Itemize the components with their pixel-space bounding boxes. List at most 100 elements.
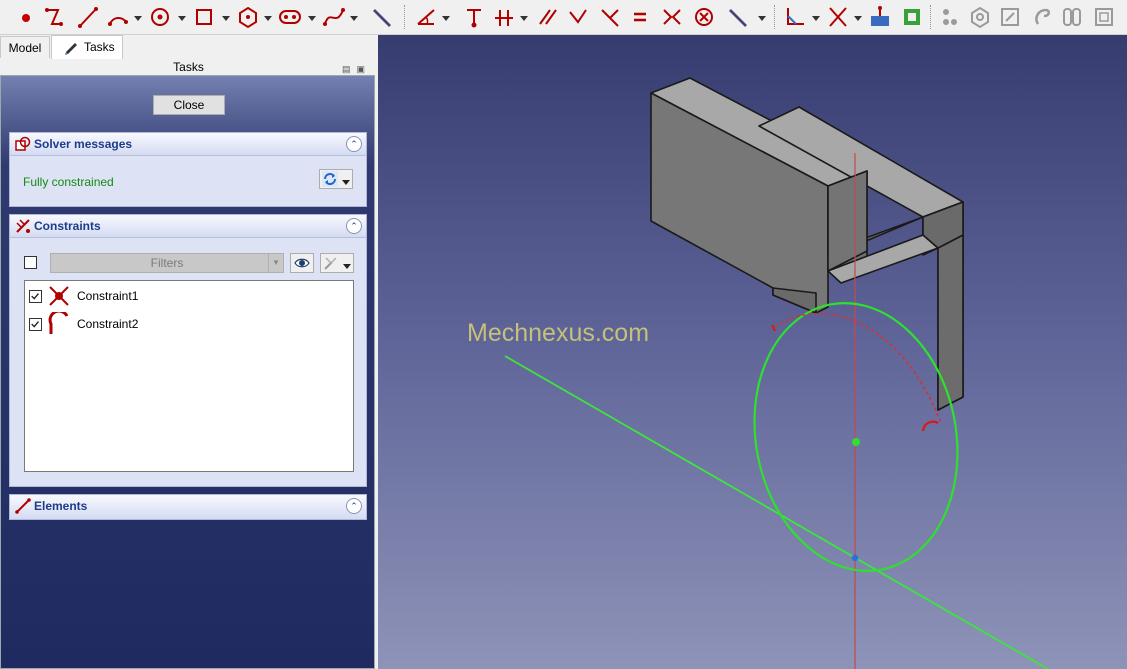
tab-tasks[interactable]: Tasks [51,35,123,59]
constraints-title: Constraints [34,219,101,233]
auto-update-button[interactable] [319,169,353,189]
fillet-dropdown-arrow[interactable] [442,12,450,22]
tangent-constraint-icon [921,420,939,432]
constraints-icon [15,218,31,234]
constraint-name: Constraint2 [77,317,139,331]
bspline-icon[interactable] [322,4,346,30]
constrain-block-icon[interactable] [692,4,716,30]
constrain-distance-icon[interactable] [726,4,750,30]
constraint-checkbox[interactable] [29,318,42,331]
circle-icon[interactable] [148,4,172,30]
tab-tasks-label: Tasks [84,40,115,54]
slot-icon[interactable] [278,4,302,30]
sketch-arc-dashed [774,313,942,424]
tab-model-label: Model [8,41,42,55]
line-icon[interactable] [76,4,100,30]
polyline-icon[interactable] [42,4,66,30]
ellipse-center-point [852,438,860,446]
construction-line [504,355,1049,669]
solver-messages-title: Solver messages [34,137,133,151]
constraints-body: Filters ▼ Constraint1 Constraint2 [10,238,366,486]
constraint-checkbox[interactable] [29,290,42,303]
carbon-copy-icon[interactable] [900,4,924,30]
fillet-icon[interactable] [414,4,438,30]
refresh-icon [322,171,338,187]
toggle-construction-icon[interactable] [782,4,806,30]
tab-model[interactable]: Model [0,36,50,58]
rectangle-icon[interactable] [192,4,216,30]
solver-messages-header[interactable]: Solver messages ⌃ [10,133,366,156]
select-redundant-icon[interactable] [968,4,992,30]
settings-dropdown-button[interactable] [320,253,354,273]
rectangle-dropdown-arrow[interactable] [222,12,230,22]
external-geometry-icon[interactable] [370,4,394,30]
constraints-header[interactable]: Constraints ⌃ [10,215,366,238]
extend-icon[interactable] [868,4,892,30]
elements-icon [15,498,31,514]
point-on-object-icon [47,284,71,308]
solver-messages-box: Solver messages ⌃ Fully constrained [9,132,367,207]
chevron-down-icon [343,260,351,269]
solid-body [650,77,964,411]
constrain-symmetric-icon[interactable] [660,4,684,30]
sketcher-toolbar [0,0,1127,35]
trim-dropdown-arrow[interactable] [854,12,862,22]
task-panel: Close Solver messages ⌃ Fully constraine… [0,75,375,669]
constraint-name: Constraint1 [77,289,139,303]
pencil-icon [64,39,80,55]
3d-viewport[interactable]: Mechnexus.com [378,35,1127,669]
slot-dropdown-arrow[interactable] [308,12,316,22]
list-item[interactable]: Constraint2 [29,309,349,336]
elements-title: Elements [34,499,88,513]
solver-messages-body: Fully constrained [10,156,366,206]
arc-icon[interactable] [106,4,130,30]
rectangular-array-icon[interactable] [1092,4,1116,30]
constrain-perpendicular-icon[interactable] [566,4,590,30]
polygon-dropdown-arrow[interactable] [264,12,272,22]
wrench-icon [323,255,339,271]
eye-icon [294,255,310,271]
panel-title-bar: Tasks ▤▣ [0,59,377,75]
chevron-down-icon: ▼ [268,254,283,272]
move-icon[interactable] [1060,4,1084,30]
elements-box: Elements ⌃ [9,494,367,520]
filters-label: Filters [150,256,184,270]
collapse-icon[interactable]: ⌃ [346,498,362,514]
collapse-icon[interactable]: ⌃ [346,136,362,152]
select-conflicts-icon[interactable] [938,4,962,30]
polygon-icon[interactable] [236,4,260,30]
toolbar-separator [404,5,406,29]
constrain-parallel-icon[interactable] [536,4,560,30]
watermark-text: Mechnexus.com [467,319,650,347]
endpoint-marker [771,324,776,332]
collapse-icon[interactable]: ⌃ [346,218,362,234]
copy-icon[interactable] [1030,4,1054,30]
close-button[interactable]: Close [153,95,225,115]
distance-dropdown-arrow[interactable] [758,12,766,22]
panel-title: Tasks [173,60,204,74]
clone-icon[interactable] [998,4,1022,30]
trim-icon[interactable] [826,4,850,30]
construction-dropdown-arrow[interactable] [812,12,820,22]
visibility-button[interactable] [290,253,314,273]
point-icon[interactable] [14,4,38,30]
circle-dropdown-arrow[interactable] [178,12,186,22]
coincident-point [851,554,859,562]
list-item[interactable]: Constraint1 [29,284,349,308]
select-all-checkbox[interactable] [24,256,37,269]
bspline-dropdown-arrow[interactable] [350,12,358,22]
filters-dropdown[interactable]: Filters ▼ [50,253,284,273]
toolbar-separator [930,5,932,29]
constrain-point-on-object-icon[interactable] [492,4,516,30]
combo-view-tabs: Model Tasks [0,35,377,59]
tangent-icon [47,309,71,336]
constrain-equal-icon[interactable] [628,4,652,30]
constrain-coincident-icon[interactable] [462,4,486,30]
chevron-down-icon [342,176,350,185]
arc-dropdown-arrow[interactable] [134,12,142,22]
constrain-tangent-icon[interactable] [598,4,622,30]
scene-graphics [504,77,1049,669]
elements-header[interactable]: Elements ⌃ [10,495,366,519]
constrain-dropdown-arrow[interactable] [520,12,528,22]
toolbar-separator [774,5,776,29]
